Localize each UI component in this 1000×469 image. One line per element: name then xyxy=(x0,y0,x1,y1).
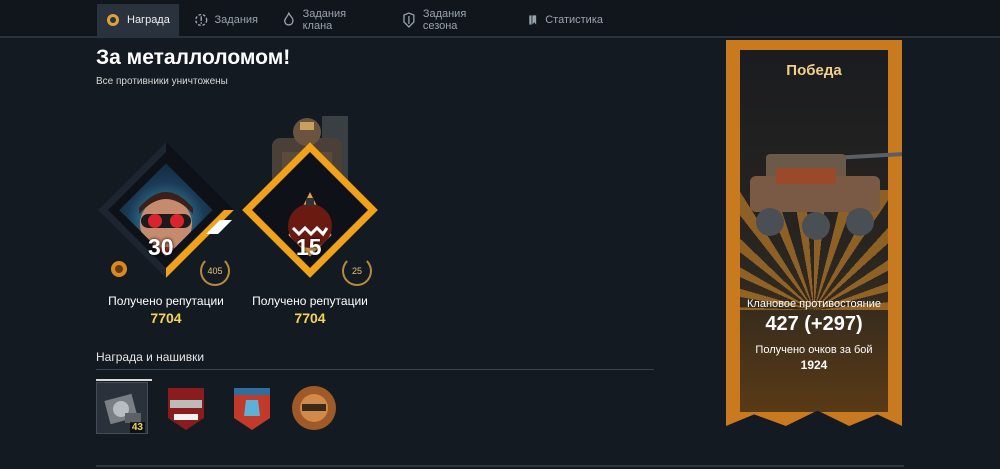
frame-accent xyxy=(206,220,232,234)
reward-slot-patch-3[interactable] xyxy=(288,382,340,434)
clan-reputation-card: 15 25 Получено репутации 7704 xyxy=(240,142,380,326)
tab-clan-tasks[interactable]: Задания клана xyxy=(273,4,385,36)
clan-emblem-icon xyxy=(111,261,127,277)
reward-count: 43 xyxy=(129,422,145,433)
reward-slot-patch-1[interactable] xyxy=(160,382,212,434)
top-nav: Награда Задания Задания клана Задания се… xyxy=(0,0,1000,38)
laurel-value: 405 xyxy=(207,266,223,276)
clan-level: 15 xyxy=(296,234,322,260)
season-icon xyxy=(403,12,415,28)
tab-tasks[interactable]: Задания xyxy=(186,4,266,36)
battle-points-label: Получено очков за бой xyxy=(755,344,873,356)
laurel-value: 25 xyxy=(351,266,362,276)
medal-icon xyxy=(107,14,119,26)
page-title: За металлоломом! xyxy=(96,46,291,69)
rewards-title: Награда и нашивки xyxy=(96,350,205,364)
victory-banner: Победа Клановое противостояние 427 (+297… xyxy=(726,40,902,426)
reputation-label: Получено репутации xyxy=(252,294,368,308)
reputation-value: 7704 xyxy=(150,310,182,326)
reward-slot-patch-2[interactable] xyxy=(226,382,278,434)
patch-icon xyxy=(292,386,336,430)
clan-battle-score: 427 (+297) xyxy=(765,313,863,335)
selected-indicator xyxy=(96,379,152,381)
laurel-badge: 25 xyxy=(342,256,372,286)
stats-icon xyxy=(529,15,537,25)
tab-statistics-label: Статистика xyxy=(545,14,603,26)
patch-icon xyxy=(234,388,270,430)
page-subtitle: Все противники уничтожены xyxy=(96,76,228,87)
patch-icon xyxy=(168,388,204,430)
tasks-icon xyxy=(195,13,208,27)
tab-tasks-label: Задания xyxy=(214,14,258,26)
reward-slot-crate[interactable]: 43 xyxy=(96,382,148,434)
laurel-badge: 405 xyxy=(200,256,230,286)
tab-clan-tasks-label: Задания клана xyxy=(302,8,347,32)
rewards-divider xyxy=(96,369,654,370)
tab-season-tasks[interactable]: Задания сезона xyxy=(393,4,511,36)
player-reputation-card: 30 405 Получено репутации 7704 xyxy=(96,142,236,326)
tab-reward-label: Награда xyxy=(127,14,170,26)
reputation-value: 7704 xyxy=(294,310,326,326)
bottom-divider xyxy=(96,465,904,467)
vehicle-icon xyxy=(750,152,902,240)
clan-battle-label: Клановое противостояние xyxy=(747,298,881,310)
flame-icon xyxy=(284,12,294,26)
tab-reward[interactable]: Награда xyxy=(97,4,179,36)
tab-statistics[interactable]: Статистика xyxy=(519,4,611,36)
player-level: 30 xyxy=(148,234,174,260)
reputation-label: Получено репутации xyxy=(108,294,224,308)
banner-title: Победа xyxy=(786,62,842,79)
battle-points-value: 1924 xyxy=(800,358,828,372)
tab-season-tasks-label: Задания сезона xyxy=(422,8,467,32)
